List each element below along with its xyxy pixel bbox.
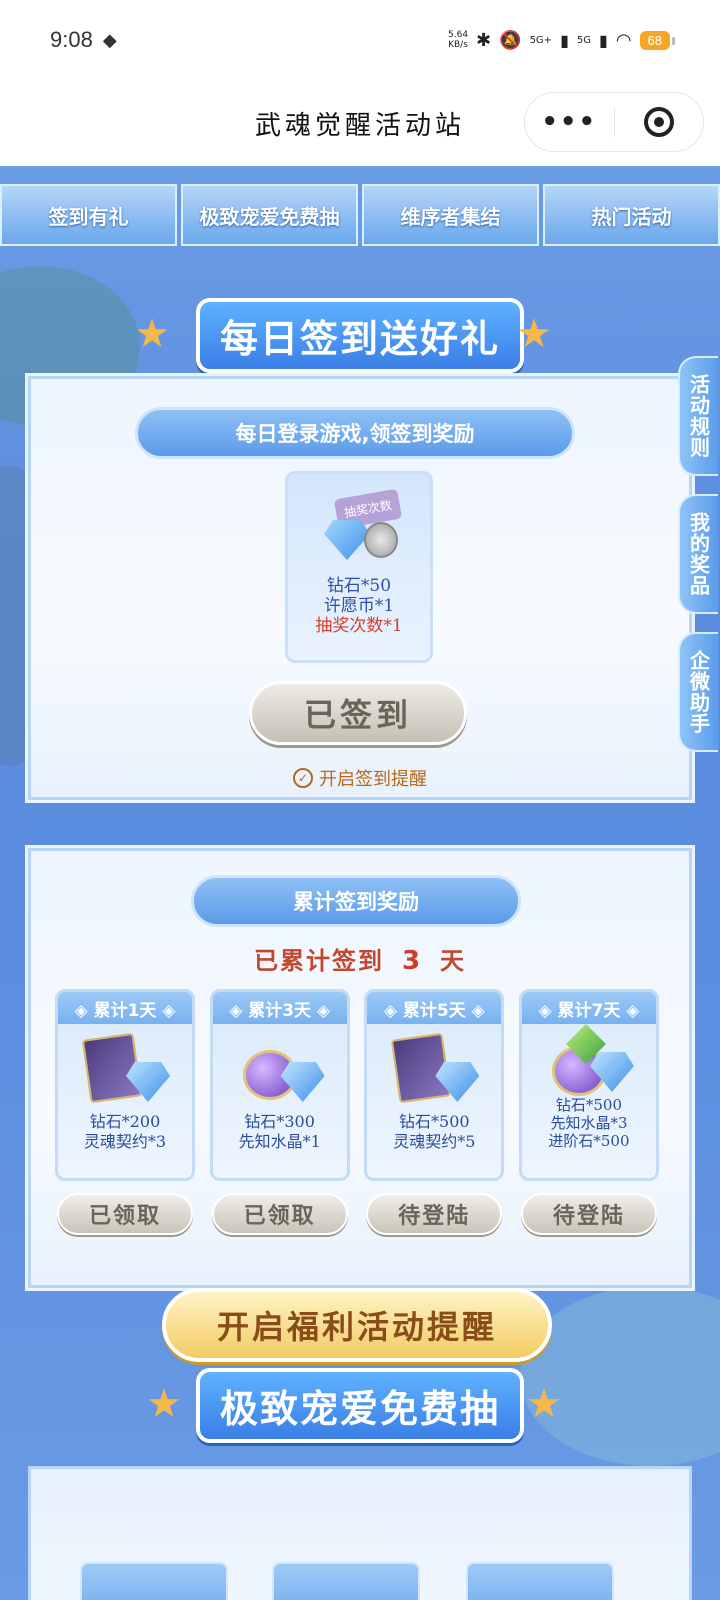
side-tab-wecom-assistant[interactable]: 企微助手 bbox=[678, 632, 718, 752]
milestone-head: ◈ 累计1天 ◈ bbox=[58, 992, 192, 1024]
reward-art-icon bbox=[235, 1036, 325, 1108]
milestone-card: ◈ 累计7天 ◈ 钻石*500 先知水晶*3 进阶石*500 bbox=[518, 989, 659, 1181]
welfare-reminder-button[interactable]: 开启福利活动提醒 bbox=[162, 1288, 552, 1362]
daily-subtitle: 每日登录游戏,领签到奖励 bbox=[135, 407, 575, 459]
coin-icon bbox=[364, 522, 398, 558]
streak-days: 3 bbox=[401, 946, 423, 976]
milestone-claim-button[interactable]: 已领取 bbox=[211, 1193, 348, 1235]
tab-bar: 签到有礼 极致宠爱免费抽 维序者集结 热门活动 bbox=[0, 184, 720, 246]
clock: 9:08 bbox=[50, 27, 93, 52]
daily-signin-card: 每日登录游戏,领签到奖励 抽奖次数 钻石*50 许愿币*1 抽奖次数*1 已签到… bbox=[25, 373, 695, 803]
milestone-head: ◈ 累计5天 ◈ bbox=[367, 992, 502, 1024]
cumulative-subtitle: 累计签到奖励 bbox=[191, 875, 521, 927]
page-title: 武魂觉醒活动站 bbox=[254, 110, 465, 141]
milestone-list: ◈ 累计1天 ◈ 钻石*200 灵魂契约*3 已领取 ◈ 累计3天 ◈ 钻石*3… bbox=[55, 989, 659, 1235]
milestone-item: ◈ 累计5天 ◈ 钻石*500 灵魂契约*5 待登陆 bbox=[364, 989, 505, 1235]
reward-art-icon bbox=[80, 1032, 170, 1108]
side-tab-my-prizes[interactable]: 我的奖品 bbox=[678, 494, 718, 614]
mute-icon: 🔕 bbox=[499, 29, 522, 51]
tab-guardians[interactable]: 维序者集结 bbox=[362, 184, 539, 246]
free-draw-banner: 极致宠爱免费抽 bbox=[140, 1367, 580, 1443]
signin-reminder-toggle[interactable]: ✓ 开启签到提醒 bbox=[31, 765, 689, 791]
milestone-claim-button[interactable]: 待登陆 bbox=[366, 1193, 503, 1235]
daily-reward-text: 钻石*50 许愿币*1 抽奖次数*1 bbox=[315, 576, 403, 636]
more-button[interactable]: ••• bbox=[525, 93, 614, 151]
signal-5g-plus: 5G+ bbox=[529, 34, 553, 46]
status-icons: 5.64 KB/s ✱ 🔕 5G+ ▮ 5G ▮ ◠ 68 bbox=[448, 29, 676, 51]
signal-icon: ▮ bbox=[599, 30, 608, 50]
milestone-card: ◈ 累计5天 ◈ 钻石*500 灵魂契约*5 bbox=[364, 989, 505, 1181]
side-tab-rules[interactable]: 活动规则 bbox=[678, 356, 718, 476]
tab-sign-in[interactable]: 签到有礼 bbox=[0, 184, 177, 246]
free-draw-banner-title: 极致宠爱免费抽 bbox=[195, 1367, 524, 1443]
milestone-item: ◈ 累计3天 ◈ 钻石*300 先知水晶*1 已领取 bbox=[209, 989, 350, 1235]
signin-reminder-label: 开启签到提醒 bbox=[319, 769, 427, 790]
mini-program-capsule: ••• bbox=[524, 92, 704, 152]
star-icon: ★ bbox=[526, 1381, 562, 1427]
bluetooth-icon: ✱ bbox=[476, 29, 492, 51]
title-bar: 武魂觉醒活动站 ••• bbox=[0, 80, 720, 166]
signal-icon: ▮ bbox=[560, 30, 569, 50]
daily-reward-box: 抽奖次数 钻石*50 许愿币*1 抽奖次数*1 bbox=[285, 471, 433, 663]
milestone-claim-button[interactable]: 待登陆 bbox=[520, 1193, 657, 1235]
daily-banner-title: 每日签到送好礼 bbox=[195, 297, 524, 373]
main-content[interactable]: 签到有礼 极致宠爱免费抽 维序者集结 热门活动 ★ 每日签到送好礼 ★ 每日登录… bbox=[0, 166, 720, 1600]
milestone-card: ◈ 累计1天 ◈ 钻石*200 灵魂契约*3 bbox=[55, 989, 195, 1181]
milestone-reward-text: 钻石*500 灵魂契约*5 bbox=[393, 1112, 476, 1151]
signed-in-button[interactable]: 已签到 bbox=[249, 681, 467, 745]
reward-gem-icon: 抽奖次数 bbox=[324, 488, 403, 562]
milestone-head: ◈ 累计3天 ◈ bbox=[212, 992, 347, 1024]
net-speed: 5.64 KB/s bbox=[448, 30, 469, 50]
battery-indicator: 68 bbox=[639, 30, 676, 50]
free-draw-tile[interactable] bbox=[272, 1562, 420, 1600]
check-circle-icon: ✓ bbox=[293, 768, 313, 788]
milestone-card: ◈ 累计3天 ◈ 钻石*300 先知水晶*1 bbox=[209, 989, 350, 1181]
cumulative-signin-card: 累计签到奖励 已累计签到 3 天 ◈ 累计1天 ◈ 钻石*200 灵魂契约*3 已领… bbox=[25, 845, 695, 1291]
milestone-item: ◈ 累计7天 ◈ 钻石*500 先知水晶*3 进阶石*500 待登陆 bbox=[518, 989, 659, 1235]
close-button[interactable] bbox=[615, 93, 704, 151]
star-icon: ★ bbox=[516, 311, 552, 357]
milestone-item: ◈ 累计1天 ◈ 钻石*200 灵魂契约*3 已领取 bbox=[55, 989, 195, 1235]
status-left: 9:08 ◆ bbox=[50, 27, 117, 53]
milestone-reward-text: 钻石*200 灵魂契约*3 bbox=[83, 1112, 167, 1151]
tab-hot-events[interactable]: 热门活动 bbox=[543, 184, 720, 246]
free-draw-tile[interactable] bbox=[466, 1562, 614, 1600]
diamond-icon bbox=[280, 1062, 325, 1102]
free-draw-tile[interactable] bbox=[80, 1562, 228, 1600]
wifi-icon: ◠ bbox=[615, 29, 632, 51]
status-bar: 9:08 ◆ 5.64 KB/s ✱ 🔕 5G+ ▮ 5G ▮ ◠ 68 bbox=[0, 0, 720, 80]
streak-counter: 已累计签到 3 天 bbox=[253, 946, 467, 976]
signal-5g: 5G bbox=[576, 34, 591, 46]
milestone-head: ◈ 累计7天 ◈ bbox=[521, 992, 656, 1024]
milestone-claim-button[interactable]: 已领取 bbox=[57, 1193, 193, 1235]
tab-free-draw[interactable]: 极致宠爱免费抽 bbox=[181, 184, 358, 246]
reward-art-icon bbox=[389, 1032, 480, 1108]
milestone-reward-text: 钻石*500 先知水晶*3 进阶石*500 bbox=[548, 1096, 630, 1150]
daily-banner: 每日签到送好礼 bbox=[140, 297, 580, 373]
reward-art-icon bbox=[544, 1024, 634, 1096]
close-icon bbox=[643, 107, 674, 137]
milestone-reward-text: 钻石*300 先知水晶*1 bbox=[238, 1112, 321, 1151]
layers-icon: ◆ bbox=[102, 29, 117, 50]
